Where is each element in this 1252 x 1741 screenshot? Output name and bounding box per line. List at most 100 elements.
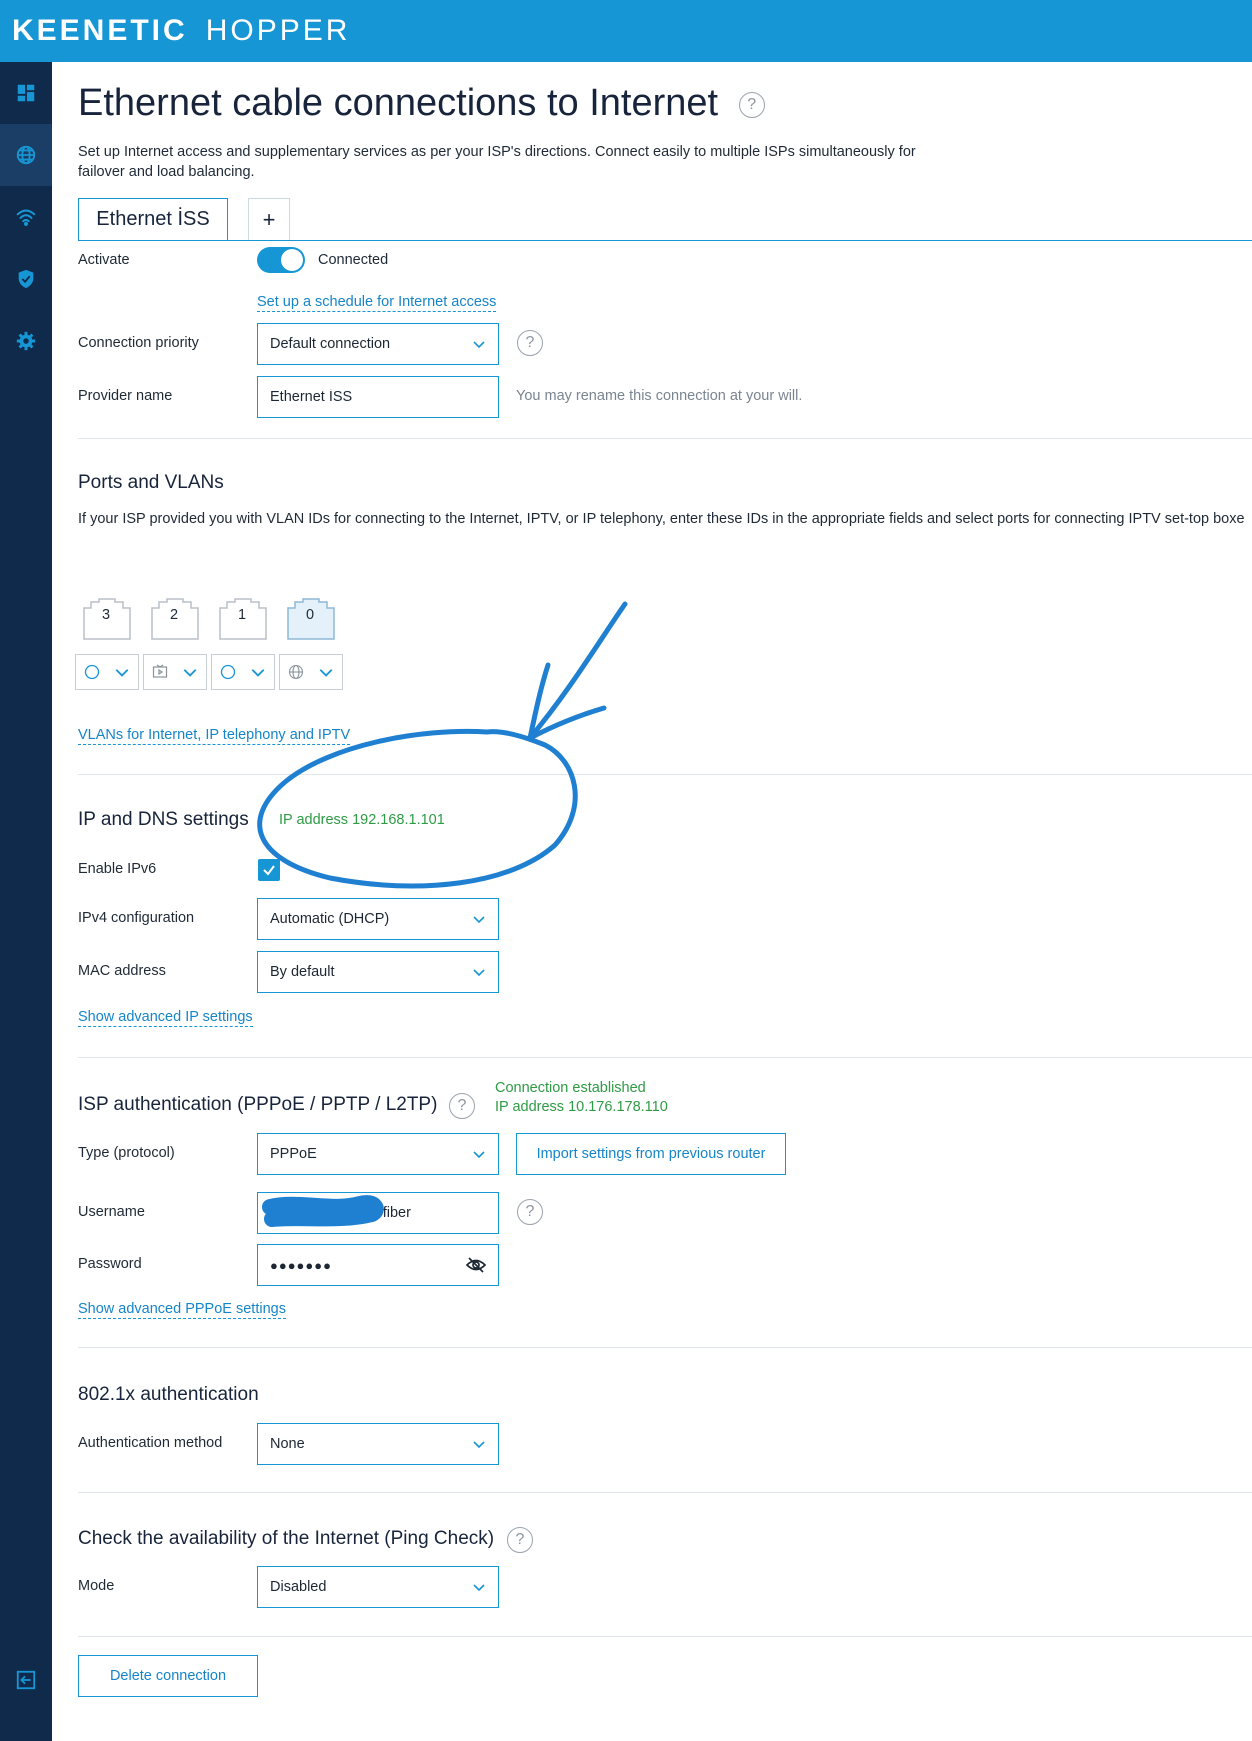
vlan-link[interactable]: VLANs for Internet, IP telephony and IPT…	[78, 727, 351, 745]
priority-select[interactable]: Default connection	[257, 323, 499, 365]
port-1-mode-select[interactable]	[211, 654, 275, 690]
port-3[interactable]: 3	[83, 598, 131, 645]
port-number: 1	[238, 607, 247, 623]
toggle-knob	[281, 249, 303, 271]
port-2[interactable]: 2	[151, 598, 199, 645]
wifi-icon	[16, 209, 36, 226]
password-label: Password	[78, 1256, 142, 1272]
globe-icon	[288, 664, 304, 680]
divider	[78, 1057, 1252, 1058]
ipdns-section-title: IP and DNS settings	[78, 809, 249, 830]
advanced-pppoe-link[interactable]: Show advanced PPPoE settings	[78, 1301, 286, 1319]
tab-ethernet-iss[interactable]: Ethernet İSS	[78, 198, 228, 240]
globe-icon	[16, 145, 36, 165]
isp-auth-section-title: ISP authentication (PPPoE / PPTP / L2TP)	[78, 1094, 438, 1115]
priority-value: Default connection	[270, 336, 391, 352]
provider-label: Provider name	[78, 388, 173, 404]
auth-method-value: None	[270, 1436, 305, 1452]
delete-connection-button[interactable]: Delete connection	[78, 1655, 258, 1697]
brand-logo: KEENETIC HOPPER	[12, 14, 350, 48]
divider	[78, 438, 1252, 439]
gear-icon	[16, 331, 36, 351]
divider	[78, 1636, 1252, 1637]
ipv4-select[interactable]: Automatic (DHCP)	[257, 898, 499, 940]
chevron-down-icon	[251, 669, 265, 677]
help-icon[interactable]: ?	[738, 91, 765, 118]
provider-hint: You may rename this connection at your w…	[516, 388, 803, 404]
mode-value: Disabled	[270, 1579, 327, 1595]
provider-name-value: Ethernet İSS	[270, 389, 353, 405]
import-settings-button[interactable]: Import settings from previous router	[516, 1133, 786, 1175]
chevron-down-icon	[115, 669, 129, 677]
sidebar-item-wifi[interactable]	[0, 186, 52, 248]
divider	[78, 1347, 1252, 1348]
ports-description: If your ISP provided you with VLAN IDs f…	[78, 511, 1245, 527]
check-icon	[263, 865, 275, 876]
ip-address-status: IP address 192.168.1.101	[279, 812, 445, 828]
eye-off-icon[interactable]	[466, 1257, 486, 1273]
protocol-value: PPPoE	[270, 1146, 317, 1162]
logout-icon	[16, 1670, 36, 1690]
chevron-down-icon	[473, 969, 485, 977]
divider	[78, 1492, 1252, 1493]
ipv4-value: Automatic (DHCP)	[270, 911, 390, 927]
ipv6-label: Enable IPv6	[78, 861, 157, 877]
page-title: Ethernet cable connections to Internet ?	[78, 82, 765, 125]
port-number: 0	[306, 607, 315, 623]
provider-name-field[interactable]: Ethernet İSS	[257, 376, 499, 418]
main-content: Ethernet cable connections to Internet ?…	[52, 62, 1252, 1741]
mac-label: MAC address	[78, 963, 166, 979]
chevron-down-icon	[473, 1151, 485, 1159]
port-3-mode-select[interactable]	[75, 654, 139, 690]
port-1[interactable]: 1	[219, 598, 267, 645]
advanced-ip-link[interactable]: Show advanced IP settings	[78, 1009, 253, 1027]
chevron-down-icon	[319, 669, 333, 677]
mode-select[interactable]: Disabled	[257, 1566, 499, 1608]
sidebar-item-settings[interactable]	[0, 310, 52, 372]
priority-label: Connection priority	[78, 335, 199, 351]
circle-icon	[220, 664, 236, 680]
port-0[interactable]: 0	[287, 598, 335, 645]
tab-underline	[78, 240, 1252, 241]
auth-method-select[interactable]: None	[257, 1423, 499, 1465]
chevron-down-icon	[183, 669, 197, 677]
port-number: 2	[170, 607, 179, 623]
port-0-mode-select[interactable]	[279, 654, 343, 690]
chevron-down-icon	[473, 1584, 485, 1592]
wan-ip-status: IP address 10.176.178.110	[495, 1099, 668, 1115]
activate-status: Connected	[318, 252, 389, 268]
add-tab-button[interactable]: +	[248, 198, 290, 240]
schedule-link[interactable]: Set up a schedule for Internet access	[257, 294, 497, 312]
brand-name: KEENETIC	[12, 14, 188, 47]
port-2-mode-select[interactable]	[143, 654, 207, 690]
dashboard-icon	[17, 84, 35, 102]
chevron-down-icon	[473, 1441, 485, 1449]
protocol-label: Type (protocol)	[78, 1145, 175, 1161]
brand-model: HOPPER	[205, 14, 351, 47]
username-help-icon[interactable]: ?	[517, 1199, 543, 1225]
auth-method-label: Authentication method	[78, 1435, 223, 1451]
port-number: 3	[102, 607, 111, 623]
username-field[interactable]: @fiber	[257, 1192, 499, 1234]
ping-check-help-icon[interactable]: ?	[507, 1527, 533, 1553]
ping-check-section-title: Check the availability of the Internet (…	[78, 1528, 495, 1549]
mac-select[interactable]: By default	[257, 951, 499, 993]
activate-label: Activate	[78, 252, 130, 268]
mac-value: By default	[270, 964, 335, 980]
priority-help-icon[interactable]: ?	[517, 330, 543, 356]
password-field[interactable]: ●●●●●●●	[257, 1244, 499, 1286]
protocol-select[interactable]: PPPoE	[257, 1133, 499, 1175]
activate-toggle[interactable]	[257, 247, 305, 273]
sidebar-item-internet[interactable]	[0, 124, 52, 186]
page-description: Set up Internet access and supplementary…	[78, 144, 916, 180]
isp-auth-help-icon[interactable]: ?	[449, 1093, 475, 1119]
top-bar: KEENETIC HOPPER	[0, 0, 1252, 62]
sidebar-item-security[interactable]	[0, 248, 52, 310]
sidebar-item-dashboard[interactable]	[0, 62, 52, 124]
page-title-text: Ethernet cable connections to Internet	[78, 82, 719, 124]
shield-icon	[18, 269, 34, 289]
divider	[78, 774, 1252, 775]
connection-status: Connection established	[495, 1080, 646, 1096]
sidebar-item-logout[interactable]	[0, 1649, 52, 1711]
ipv6-checkbox[interactable]	[258, 859, 280, 881]
